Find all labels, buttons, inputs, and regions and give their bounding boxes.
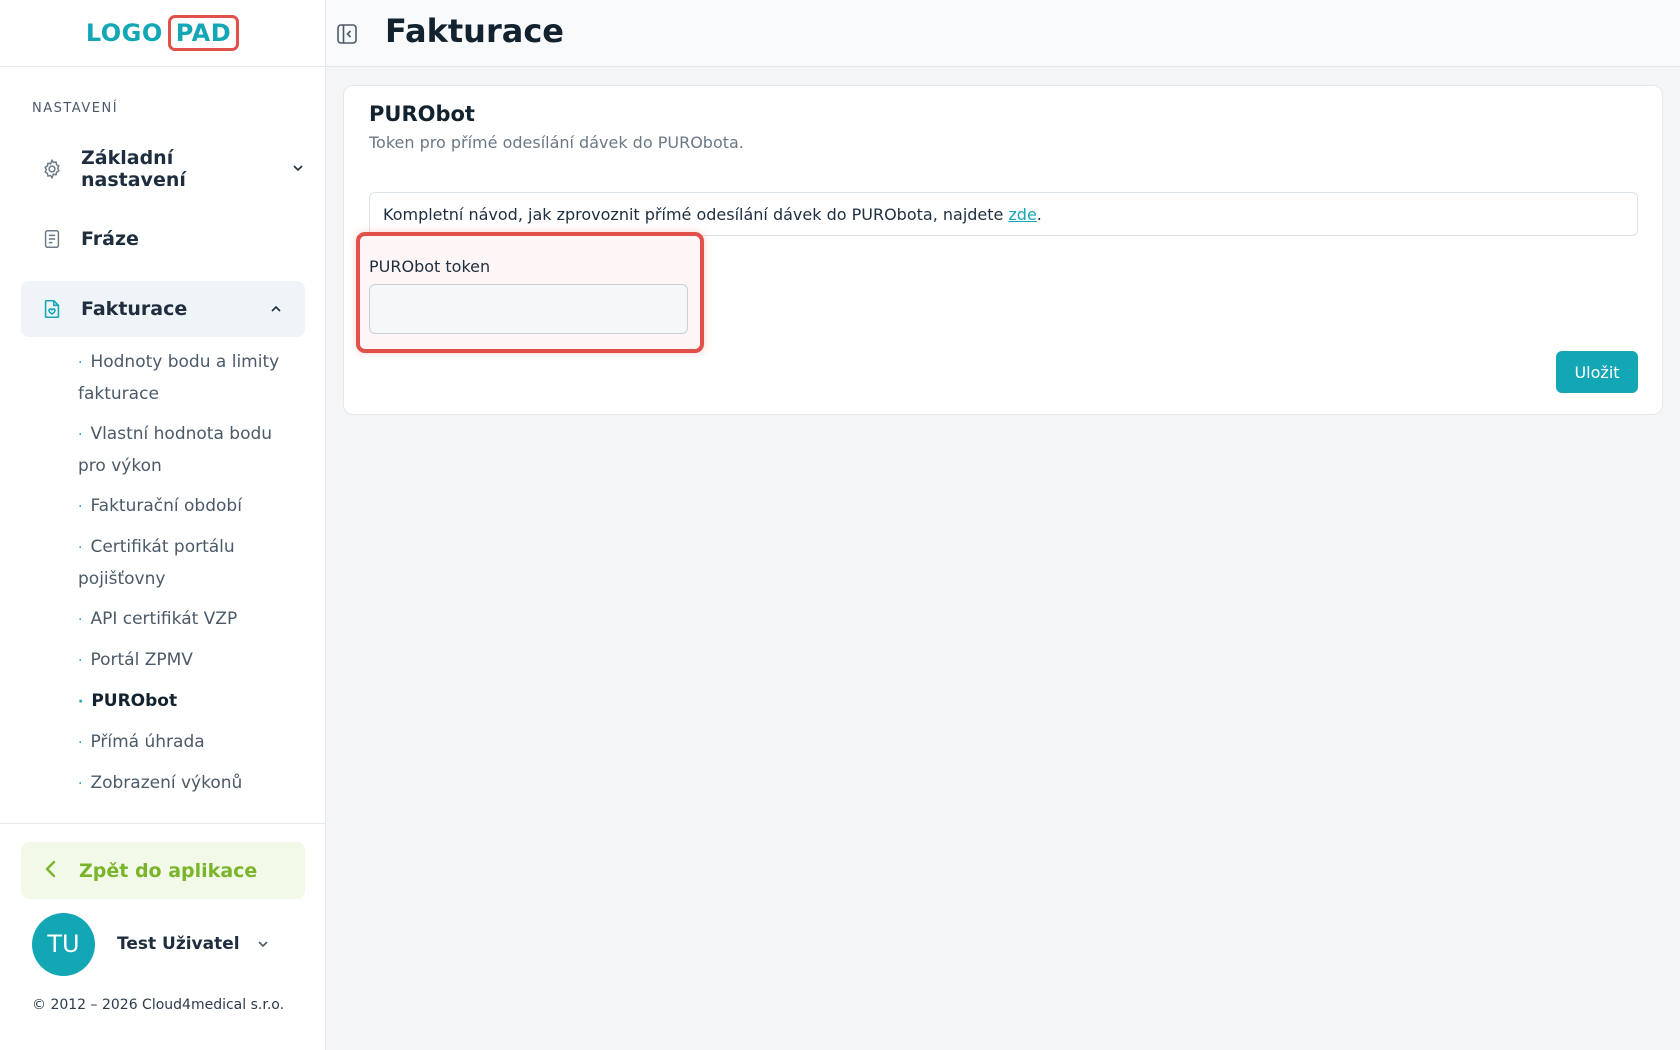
chevron-left-icon: [43, 860, 59, 882]
sidebar-subitem-api-certificate[interactable]: · API certifikát VZP: [78, 604, 303, 636]
sidebar-subitem-custom-point-value[interactable]: · Vlastní hodnota bodu pro výkon: [78, 419, 303, 482]
bullet-icon: ·: [78, 612, 83, 628]
bullet-icon: ·: [78, 653, 83, 669]
back-to-app-label: Zpět do aplikace: [79, 859, 258, 882]
bullet-icon: ·: [78, 427, 83, 443]
bullet-icon: ·: [78, 355, 83, 371]
sidebar-collapse-icon[interactable]: [336, 23, 358, 45]
gear-icon: [41, 158, 63, 180]
document-icon: [41, 228, 63, 250]
info-text: Kompletní návod, jak zprovoznit přímé od…: [383, 204, 1004, 224]
info-box: Kompletní návod, jak zprovoznit přímé od…: [369, 192, 1638, 236]
logo-text-logo: LOGO: [85, 19, 163, 47]
sidebar-subitem-procedure-display[interactable]: · Zobrazení výkonů: [78, 768, 303, 800]
card-description: Token pro přímé odesílání dávek do PUROb…: [369, 133, 744, 152]
bullet-icon: ·: [78, 735, 83, 751]
section-label: NASTAVENÍ: [32, 101, 119, 116]
sidebar-subitem-portal-certificate[interactable]: · Certifikát portálu pojišťovny: [78, 532, 303, 595]
sidebar-item-label: Základní nastavení: [81, 147, 186, 191]
sidebar-item-invoicing[interactable]: Fakturace: [21, 281, 305, 337]
invoice-icon: [41, 298, 63, 320]
purobot-token-label: PURObot token: [369, 257, 491, 276]
sidebar-item-label: Fráze: [81, 228, 139, 250]
copyright: © 2012 – 2026 Cloud4medical s.r.o.: [32, 997, 285, 1013]
bullet-icon: ·: [78, 540, 83, 556]
logo-text-pad: PAD: [167, 15, 240, 51]
sidebar-subitem-invoicing-period[interactable]: · Fakturační období: [78, 491, 303, 523]
sidebar-subitem-direct-payment[interactable]: · Přímá úhrada: [78, 727, 303, 759]
save-button[interactable]: Uložit: [1556, 351, 1638, 393]
purobot-token-input[interactable]: [369, 284, 688, 334]
chevron-down-icon: [256, 936, 270, 955]
bullet-icon: ·: [78, 694, 84, 710]
sidebar-item-label: Fakturace: [81, 298, 188, 320]
back-to-app-button[interactable]: Zpět do aplikace: [21, 842, 305, 899]
sidebar-subitem-portal-zpmv[interactable]: · Portál ZPMV: [78, 645, 303, 677]
guide-link[interactable]: zde: [1008, 205, 1036, 224]
bullet-icon: ·: [78, 776, 83, 792]
sidebar-sublist: · Hodnoty bodu a limity fakturace · Vlastn…: [78, 347, 303, 809]
sidebar-item-basic-settings[interactable]: Základní nastavení: [21, 141, 305, 197]
sidebar-item-phrases[interactable]: Fráze: [21, 211, 305, 267]
sidebar-divider: [0, 823, 326, 824]
user-name: Test Uživatel: [117, 934, 240, 954]
logo-bar: LOGO PAD: [0, 0, 325, 67]
avatar: TU: [32, 912, 95, 976]
sidebar: LOGO PAD NASTAVENÍ Základní nastavení Fr…: [0, 0, 326, 1050]
chevron-up-icon: [269, 301, 283, 320]
sidebar-subitem-point-values[interactable]: · Hodnoty bodu a limity fakturace: [78, 347, 303, 410]
user-menu[interactable]: TU Test Uživatel: [32, 912, 292, 976]
logo[interactable]: LOGO PAD: [85, 15, 240, 51]
info-suffix: .: [1036, 204, 1042, 224]
card-title: PURObot: [369, 102, 475, 126]
topbar: Fakturace: [326, 0, 1680, 67]
sidebar-subitem-purobot[interactable]: · PURObot: [78, 686, 303, 718]
chevron-down-icon: [291, 160, 305, 179]
bullet-icon: ·: [78, 499, 83, 515]
page-title: Fakturace: [385, 12, 564, 50]
purobot-card: PURObot Token pro přímé odesílání dávek …: [343, 85, 1663, 415]
